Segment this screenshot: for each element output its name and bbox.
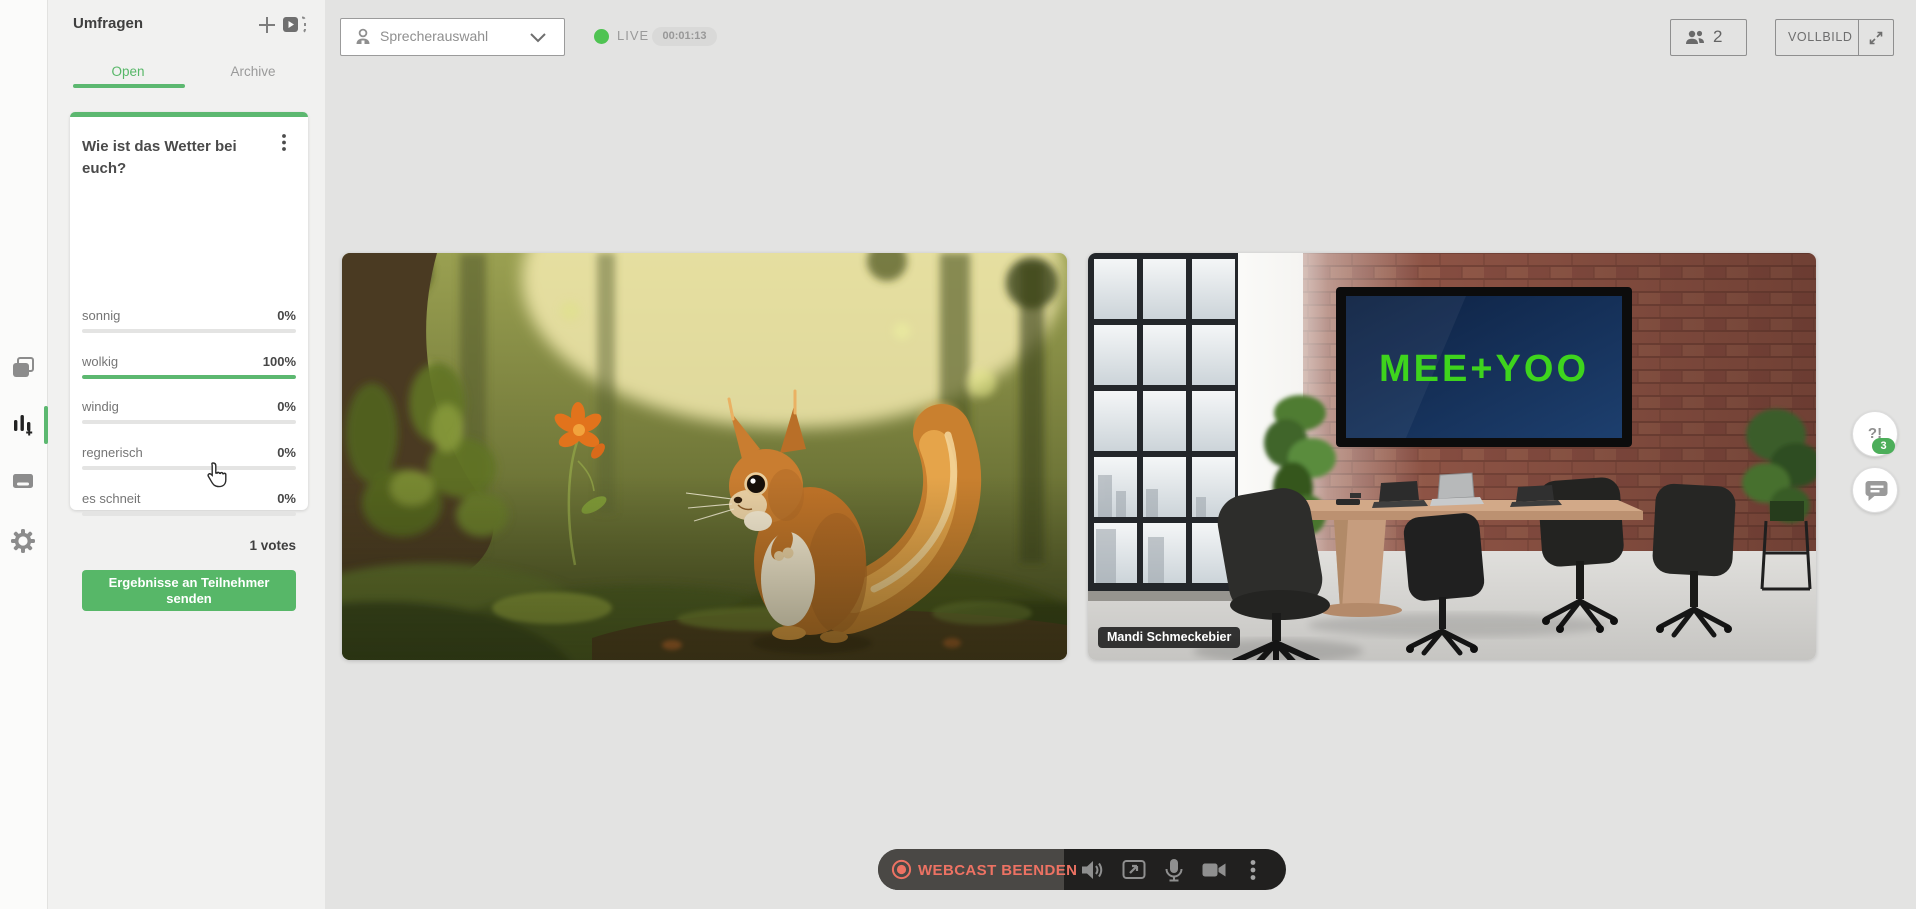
polls-panel: Umfragen Open Archive Wie ist das Wetter…	[48, 0, 325, 909]
live-label: LIVE	[617, 28, 649, 43]
tab-open-label: Open	[111, 64, 144, 79]
present-poll-popout-icon[interactable]	[282, 14, 308, 36]
stage-video-presenter-room: MEE+YOO	[1088, 253, 1816, 660]
poll-card-accent	[70, 112, 308, 117]
slides-icon[interactable]	[10, 355, 36, 381]
poll-option-pct: 0%	[82, 491, 296, 506]
poll-option-bar	[82, 375, 296, 379]
tab-open[interactable]: Open	[73, 64, 183, 79]
speaker-volume-button[interactable]	[1078, 856, 1106, 884]
presenter-name-tag: Mandi Schmeckebier	[1098, 627, 1240, 648]
speaker-select-value: Sprecherauswahl	[380, 28, 488, 44]
chevron-down-icon	[529, 32, 547, 43]
mouse-cursor-pointer	[205, 461, 229, 489]
poll-option-bar	[82, 512, 296, 516]
active-tab-underline	[73, 84, 185, 88]
qa-unread-badge: 3	[1872, 438, 1895, 454]
panel-title: Umfragen	[73, 15, 143, 32]
participants-count: 2	[1713, 27, 1722, 47]
end-webcast-button[interactable]: WEBCAST BEENDEN	[878, 849, 1064, 890]
live-timer: 00:01:13	[652, 27, 717, 46]
poll-chart-icon[interactable]	[10, 412, 36, 438]
left-rail	[0, 0, 48, 909]
settings-gear-icon[interactable]	[10, 528, 36, 554]
rail-active-indicator	[44, 406, 48, 444]
expand-icon	[1868, 30, 1884, 46]
send-results-button[interactable]: Ergebnisse an Teilnehmer senden	[82, 570, 296, 611]
camera-button[interactable]	[1200, 856, 1228, 884]
poll-question: Wie ist das Wetter bei euch?	[82, 136, 267, 180]
microphone-button[interactable]	[1160, 856, 1188, 884]
webcast-studio: { "colors":{"accent_green":"#5cb870","bu…	[0, 0, 1916, 909]
chat-bubble-icon	[1853, 468, 1897, 512]
tab-archive[interactable]: Archive	[198, 64, 308, 79]
meetyoo-screen-logo: MEE+YOO	[1379, 348, 1589, 390]
poll-option-pct: 0%	[82, 399, 296, 414]
poll-option-pct: 0%	[82, 308, 296, 323]
stage-video-forest-squirrel	[342, 253, 1067, 660]
speaker-person-icon	[353, 27, 373, 47]
more-options-button[interactable]	[1239, 856, 1267, 884]
button-divider	[1858, 20, 1859, 55]
poll-card: Wie ist das Wetter bei euch? sonnig 0% w…	[70, 112, 308, 510]
poll-option-bar	[82, 329, 296, 333]
live-status-dot	[594, 29, 609, 44]
fullscreen-label: VOLLBILD	[1788, 30, 1853, 44]
end-webcast-label: WEBCAST BEENDEN	[918, 862, 1077, 879]
poll-option-bar	[82, 420, 296, 424]
webcast-control-bar: WEBCAST BEENDEN	[878, 849, 1286, 890]
poll-menu-icon[interactable]	[272, 128, 296, 158]
chat-button[interactable]	[1852, 467, 1898, 513]
poll-option-pct: 0%	[82, 445, 296, 460]
tab-archive-label: Archive	[230, 64, 275, 79]
fullscreen-button[interactable]: VOLLBILD	[1775, 19, 1894, 56]
poll-votes-count: 1 votes	[82, 538, 296, 553]
speaker-select-dropdown[interactable]: Sprecherauswahl	[340, 18, 565, 56]
screen-share-button[interactable]	[1120, 856, 1148, 884]
media-panel-icon[interactable]	[10, 468, 36, 494]
poll-option-pct: 100%	[82, 354, 296, 369]
poll-option-bar	[82, 466, 296, 470]
record-dot-icon	[891, 859, 912, 880]
add-poll-icon[interactable]	[256, 14, 278, 36]
participants-button[interactable]: 2	[1670, 19, 1747, 56]
participants-icon	[1684, 28, 1706, 47]
